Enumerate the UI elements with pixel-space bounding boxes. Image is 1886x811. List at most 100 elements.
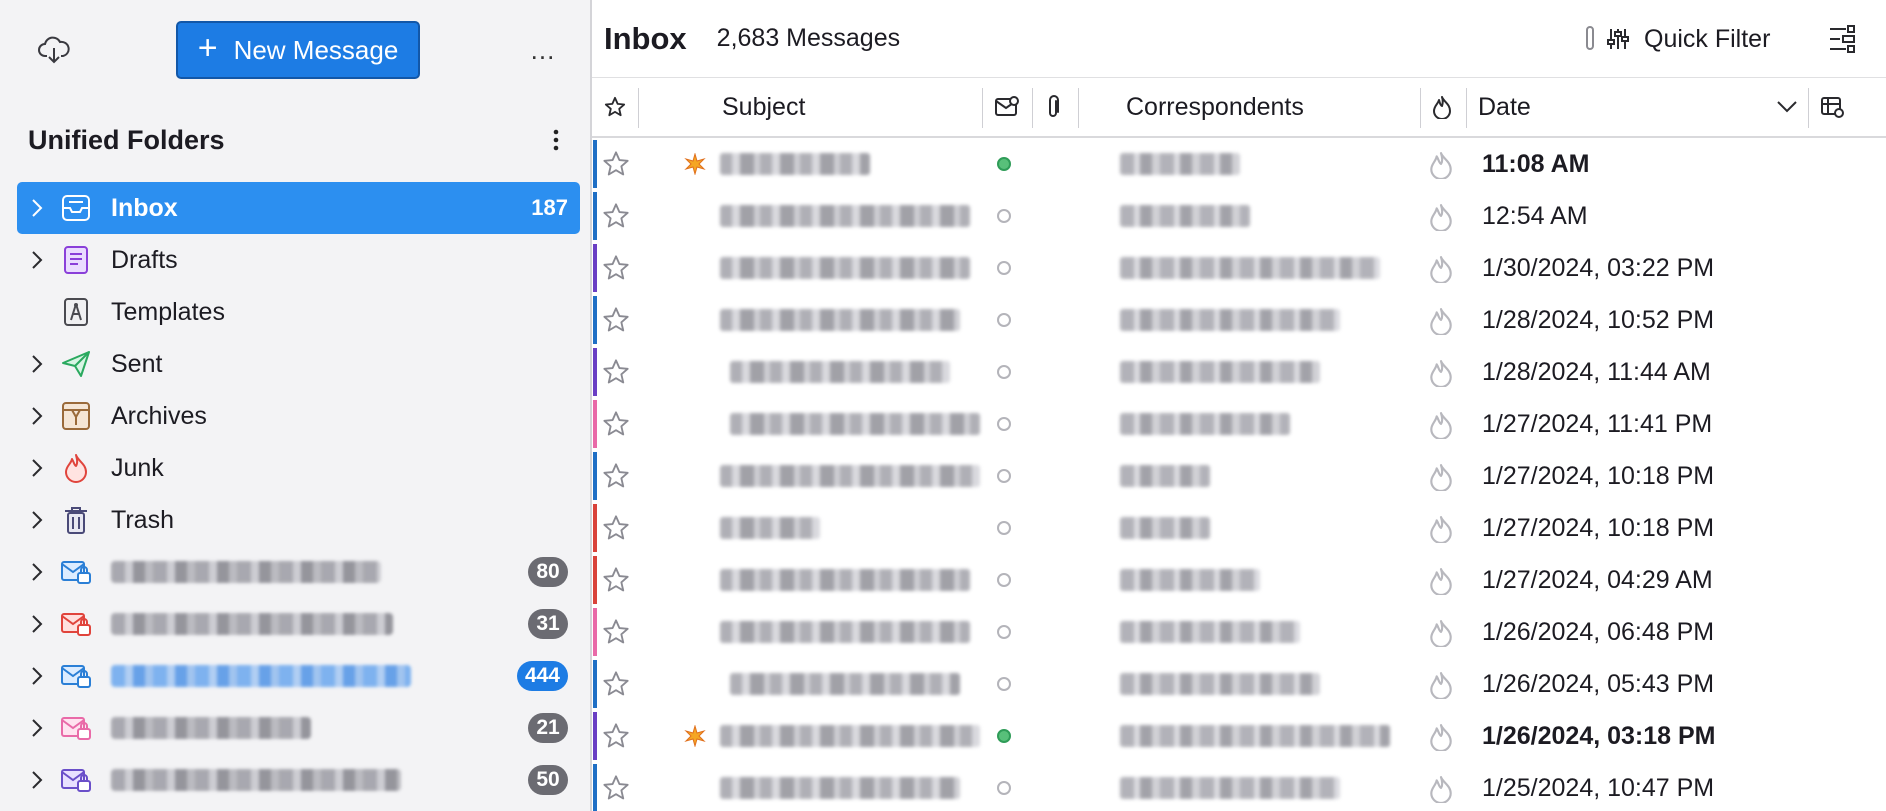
folder-inbox[interactable]: Inbox 187 (17, 182, 580, 234)
junk-status-column-header[interactable] (1430, 78, 1458, 136)
attachment-column-header[interactable] (1044, 78, 1070, 136)
message-row[interactable]: 1/25/2024, 10:47 PM (592, 762, 1886, 811)
new-message-icon (684, 152, 706, 176)
star-icon[interactable] (602, 254, 632, 284)
junk-status-icon[interactable] (1428, 671, 1454, 701)
message-row[interactable]: 11:08 AM (592, 138, 1886, 190)
star-icon[interactable] (602, 306, 632, 336)
read-status-toggle[interactable] (997, 573, 1011, 587)
chevron-right-icon[interactable] (17, 718, 57, 738)
display-options-button[interactable] (1824, 22, 1860, 56)
chevron-right-icon[interactable] (17, 354, 57, 374)
chevron-right-icon[interactable] (17, 510, 57, 530)
folder-templates[interactable]: Templates (17, 286, 580, 338)
unified-folders-menu-button[interactable] (544, 129, 568, 151)
junk-status-icon[interactable] (1428, 151, 1454, 181)
column-picker-button[interactable] (1820, 78, 1848, 136)
star-icon[interactable] (602, 150, 632, 180)
unified-folders-header: Unified Folders (28, 120, 568, 160)
junk-icon (59, 451, 93, 485)
junk-status-icon[interactable] (1428, 463, 1454, 493)
star-column-header[interactable] (604, 78, 628, 136)
star-icon[interactable] (602, 514, 632, 544)
folder-trash[interactable]: Trash (17, 494, 580, 546)
read-status-toggle[interactable] (997, 729, 1011, 743)
read-status-toggle[interactable] (997, 261, 1011, 275)
junk-status-icon[interactable] (1428, 515, 1454, 545)
message-row[interactable]: 1/30/2024, 03:22 PM (592, 242, 1886, 294)
correspondents-column-header[interactable]: Correspondents (1126, 78, 1304, 136)
star-icon[interactable] (602, 410, 632, 440)
quick-filter-toggle[interactable] (1586, 26, 1594, 50)
star-icon[interactable] (602, 202, 632, 232)
junk-status-icon[interactable] (1428, 775, 1454, 805)
folder-label: Junk (111, 453, 164, 482)
read-status-toggle[interactable] (997, 677, 1011, 691)
star-icon[interactable] (602, 722, 632, 752)
message-row[interactable]: 12:54 AM (592, 190, 1886, 242)
read-status-toggle[interactable] (997, 209, 1011, 223)
junk-status-icon[interactable] (1428, 567, 1454, 597)
read-status-toggle[interactable] (997, 313, 1011, 327)
chevron-right-icon[interactable] (17, 458, 57, 478)
message-row[interactable]: 1/27/2024, 10:18 PM (592, 450, 1886, 502)
junk-status-icon[interactable] (1428, 203, 1454, 233)
message-row[interactable]: 1/27/2024, 10:18 PM (592, 502, 1886, 554)
star-icon[interactable] (602, 774, 632, 804)
star-icon[interactable] (602, 618, 632, 648)
read-status-toggle[interactable] (997, 521, 1011, 535)
account-folder[interactable]: 80 (17, 546, 580, 598)
mail-account-icon (59, 659, 93, 693)
junk-status-icon[interactable] (1428, 307, 1454, 337)
message-row[interactable]: 1/27/2024, 04:29 AM (592, 554, 1886, 606)
new-message-button[interactable]: + New Message (176, 21, 420, 79)
chevron-right-icon[interactable] (17, 614, 57, 634)
unified-folders-title: Unified Folders (28, 124, 225, 155)
junk-status-icon[interactable] (1428, 411, 1454, 441)
more-options-button[interactable]: ... (526, 30, 560, 70)
junk-status-icon[interactable] (1428, 723, 1454, 753)
message-row[interactable]: 1/26/2024, 06:48 PM (592, 606, 1886, 658)
folder-drafts[interactable]: Drafts (17, 234, 580, 286)
read-status-toggle[interactable] (997, 417, 1011, 431)
chevron-right-icon[interactable] (17, 770, 57, 790)
star-icon[interactable] (602, 670, 632, 700)
folder-junk[interactable]: Junk (17, 442, 580, 494)
account-folder[interactable]: 21 (17, 702, 580, 754)
message-row[interactable]: 1/28/2024, 11:44 AM (592, 346, 1886, 398)
message-row[interactable]: 1/27/2024, 11:41 PM (592, 398, 1886, 450)
chevron-right-icon[interactable] (17, 250, 57, 270)
folder-sent[interactable]: Sent (17, 338, 580, 390)
chevron-right-icon[interactable] (17, 198, 57, 218)
account-folder[interactable]: 50 (17, 754, 580, 806)
message-row[interactable]: 1/28/2024, 10:52 PM (592, 294, 1886, 346)
get-messages-button[interactable] (34, 30, 74, 70)
chevron-right-icon[interactable] (17, 562, 57, 582)
message-row[interactable]: 1/26/2024, 05:43 PM (592, 658, 1886, 710)
read-status-toggle[interactable] (997, 781, 1011, 795)
date-column-header[interactable]: Date (1478, 78, 1798, 136)
account-folder[interactable]: 31 (17, 598, 580, 650)
message-subject-redacted (730, 413, 980, 435)
account-color-tag (593, 712, 597, 760)
chevron-right-icon[interactable] (17, 406, 57, 426)
read-status-toggle[interactable] (997, 469, 1011, 483)
account-folder[interactable]: 444 (17, 650, 580, 702)
chevron-down-icon (1777, 101, 1797, 113)
junk-status-icon[interactable] (1428, 255, 1454, 285)
read-status-toggle[interactable] (997, 625, 1011, 639)
read-status-toggle[interactable] (997, 365, 1011, 379)
quick-filter-button[interactable]: Quick Filter (1606, 20, 1770, 58)
subject-column-header[interactable]: Subject (722, 78, 805, 136)
junk-status-icon[interactable] (1428, 359, 1454, 389)
read-status-toggle[interactable] (997, 157, 1011, 171)
message-subject-redacted (720, 465, 980, 487)
junk-status-icon[interactable] (1428, 619, 1454, 649)
message-row[interactable]: 1/26/2024, 03:18 PM (592, 710, 1886, 762)
star-icon[interactable] (602, 566, 632, 596)
folder-archives[interactable]: Archives (17, 390, 580, 442)
star-icon[interactable] (602, 462, 632, 492)
read-status-column-header[interactable] (994, 78, 1024, 136)
chevron-right-icon[interactable] (17, 666, 57, 686)
star-icon[interactable] (602, 358, 632, 388)
